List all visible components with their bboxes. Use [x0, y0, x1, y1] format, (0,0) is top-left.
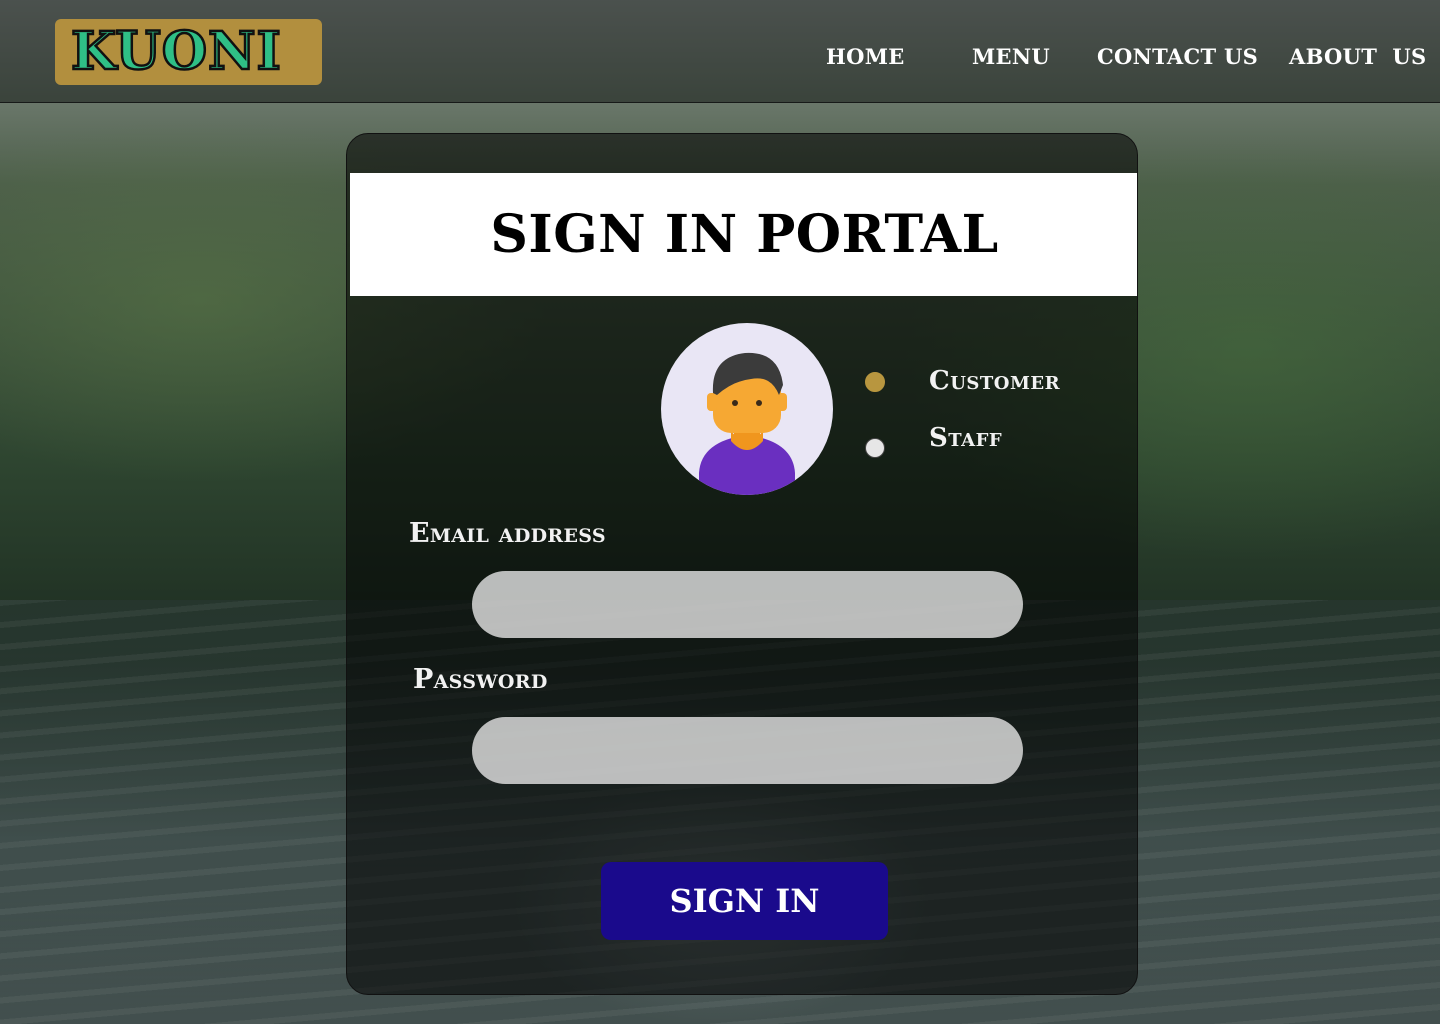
logo-text: KUONI — [70, 21, 282, 82]
card-header: SIGN IN PORTAL — [350, 173, 1137, 296]
brand-logo[interactable]: KUONI — [55, 19, 322, 85]
email-label: Email address — [409, 518, 606, 549]
nav-home-link[interactable]: HOME — [826, 44, 905, 69]
role-customer-radio[interactable] — [865, 372, 885, 392]
user-avatar-icon — [661, 323, 833, 495]
page-title: SIGN IN PORTAL — [490, 204, 999, 265]
sign-in-button[interactable]: SIGN IN — [601, 862, 888, 940]
top-navbar: KUONI HOME MENU CONTACT US ABOUT US — [0, 0, 1440, 103]
nav-about-link[interactable]: ABOUT US — [1289, 44, 1426, 69]
password-input[interactable] — [472, 717, 1023, 784]
nav-menu-link[interactable]: MENU — [972, 44, 1050, 69]
role-staff-radio[interactable] — [865, 438, 885, 458]
nav-contact-link[interactable]: CONTACT US — [1097, 44, 1258, 69]
role-customer-label: Customer — [929, 366, 1061, 396]
role-staff-label: Staff — [929, 423, 1003, 453]
email-input[interactable] — [472, 571, 1023, 638]
password-label: Password — [413, 664, 548, 695]
sign-in-card: SIGN IN PORTAL Customer Staff Email addr… — [346, 133, 1138, 995]
